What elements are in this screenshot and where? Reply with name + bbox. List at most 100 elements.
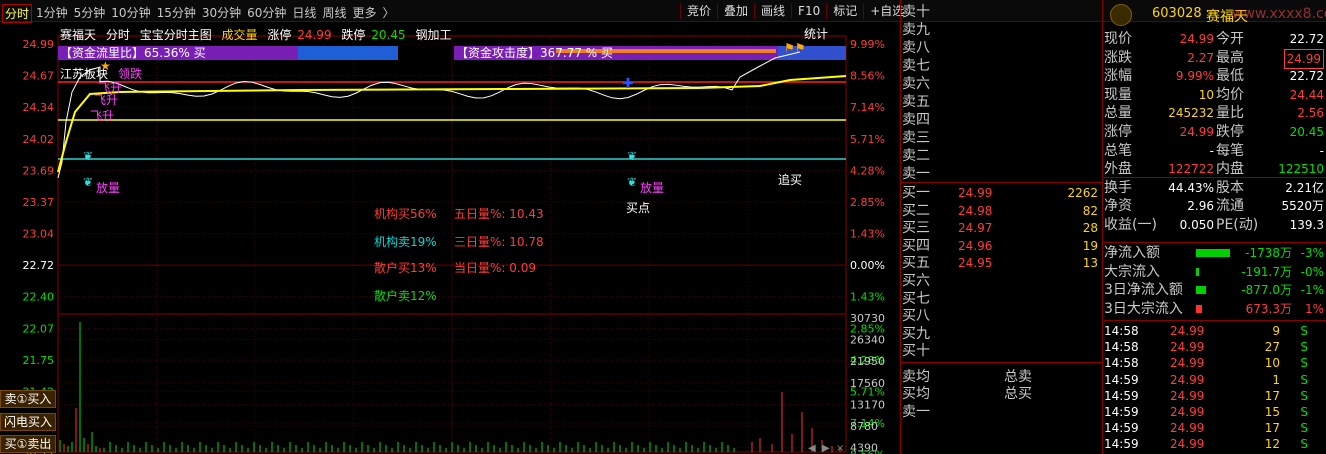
pct-tick-label: 7.14% — [850, 101, 885, 114]
tick-row: 14:59 24.99 12 S — [1104, 435, 1326, 453]
order-volume: 19 — [1082, 238, 1098, 253]
sell-level-row[interactable]: 卖七 — [902, 58, 1102, 74]
buy-level-row[interactable]: 买七 — [902, 291, 1102, 307]
volume-up-label: 放量 — [640, 180, 664, 195]
volume-tick-label: 26340 — [850, 334, 885, 347]
order-level-label: 买九 — [902, 325, 930, 342]
price-tick-label: 22.40 — [23, 291, 55, 304]
quote-label: 总笔 — [1104, 142, 1132, 159]
quote-value: 2.27 — [1187, 50, 1214, 65]
flow-label: 3日大宗流入 — [1104, 300, 1183, 317]
buy-level-row[interactable]: 买九 — [902, 326, 1102, 342]
buy-level-row[interactable]: 买十 — [902, 343, 1102, 359]
order-volume: 82 — [1082, 203, 1098, 218]
sell-level-row[interactable]: 卖六 — [902, 76, 1102, 92]
price-tick-label: 24.67 — [23, 70, 55, 83]
period-tab[interactable]: 周线 — [322, 4, 352, 23]
order-level-label: 卖十 — [902, 4, 930, 20]
period-tab[interactable]: 1分钟 — [36, 4, 74, 23]
intraday-chart[interactable]: 24.99 9.99% 24.67 8.56% 24.34 7.14% 24.02 5.71%… — [0, 22, 898, 454]
buy-level-row[interactable]: 买三 24.97 28 — [902, 220, 1102, 236]
quote-row: 涨跌 2.27 最高 24.99 — [1104, 48, 1326, 69]
tool-button[interactable]: 标记 — [826, 3, 863, 19]
buy-arrow-icon: ✚ — [622, 76, 634, 92]
order-level-label: 卖四 — [902, 112, 930, 128]
period-tab[interactable]: 60分钟 — [247, 4, 292, 23]
buy-level-row[interactable]: 买六 — [902, 273, 1102, 289]
flow-value: -191.7万 — [1241, 264, 1292, 279]
order-level-label: 买六 — [902, 273, 930, 289]
price-tick-label: 21.75 — [23, 354, 55, 367]
buy1-sell-button[interactable]: 买①卖出 — [0, 435, 56, 453]
sell-level-row[interactable]: 卖一 — [902, 166, 1102, 182]
sell-level-row[interactable]: 卖八 — [902, 40, 1102, 56]
period-tab[interactable]: 15分钟 — [157, 4, 202, 23]
inst-sell-label: 机构卖19% — [374, 234, 437, 249]
sell1-buy-button[interactable]: 卖①买入 — [0, 390, 56, 408]
limit-up-value: 24.99 — [297, 28, 332, 42]
buy-level-row[interactable]: 买五 24.95 13 — [902, 255, 1102, 271]
panel-divider — [1102, 0, 1103, 454]
period-tab[interactable]: 5分钟 — [74, 4, 112, 23]
flash-buy-button[interactable]: 闪电买入 — [0, 413, 56, 431]
order-level-label: 卖九 — [902, 22, 930, 38]
sell-level-row[interactable]: 卖四 — [902, 112, 1102, 128]
tool-button[interactable]: 叠加 — [717, 3, 754, 19]
quote-header: 603028赛福天www.xxxx8.com — [1104, 4, 1326, 28]
flow-row: 大宗流入 -191.7万 -0% — [1104, 263, 1326, 281]
quote-value: 24.99 — [1179, 32, 1214, 46]
quote-value: 0.050 — [1179, 218, 1214, 232]
quote-label: 收益(一) — [1104, 217, 1157, 233]
period-tab[interactable]: 10分钟 — [111, 4, 156, 23]
butterfly-icon: ❦ — [83, 149, 93, 163]
sell-level-row[interactable]: 卖十 — [902, 4, 1102, 20]
quote-value: 139.3 — [1289, 218, 1324, 232]
order-level-label: 买八 — [902, 308, 930, 325]
quote-row: 总量 245232 量比 2.56 — [1104, 104, 1326, 122]
sell-level-row[interactable]: 卖五 — [902, 94, 1102, 110]
pct-tick-label: 5.71% — [850, 133, 885, 146]
volume-tick-label: 8780 — [850, 420, 878, 433]
quote-label: 换手 — [1104, 179, 1132, 196]
quote-value: 10 — [1198, 87, 1214, 102]
buy-level-row[interactable]: 买四 24.96 19 — [902, 238, 1102, 254]
price-tick-label: 24.02 — [23, 133, 55, 146]
tool-button[interactable]: F10 — [791, 3, 826, 19]
three-day-label: 三日量%: 10.78 — [454, 235, 544, 249]
tool-button[interactable]: 画线 — [754, 3, 791, 19]
period-tab[interactable]: 分时 — [2, 4, 33, 23]
buy-level-row[interactable]: 买八 — [902, 308, 1102, 324]
tool-button[interactable]: 竞价 — [680, 3, 717, 19]
period-tab[interactable]: 日线 — [292, 4, 322, 23]
chart-nav-icon: ◀ — [808, 443, 816, 454]
quote-label: 每笔 — [1216, 142, 1244, 159]
pct-tick-label: 1.43% — [850, 291, 885, 304]
limit-up-mark-icon: ★ — [100, 59, 111, 73]
price-tick-label: 23.37 — [23, 196, 55, 209]
period-tab[interactable]: 〉 — [382, 4, 400, 23]
order-level-label: 卖一 — [902, 166, 930, 182]
sell-level-row[interactable]: 卖三 — [902, 130, 1102, 146]
buy-level-row[interactable]: 买二 24.98 82 — [902, 203, 1102, 219]
price-tick-label: 22.72 — [23, 259, 55, 272]
flow-value: -1738万 — [1245, 246, 1292, 260]
flow-row: 净流入额 -1738万 -3% — [1104, 244, 1326, 262]
quote-label: 今开 — [1216, 31, 1244, 47]
period-tab[interactable]: 更多 — [352, 4, 382, 23]
period-tab[interactable]: 30分钟 — [202, 4, 247, 23]
buy-point-label: 买点 — [626, 201, 650, 215]
five-day-label: 五日量%: 10.43 — [454, 207, 544, 221]
volume-label: 成交量 — [221, 28, 258, 42]
quote-value: 2.56 — [1297, 106, 1324, 121]
quote-label: PE(动) — [1216, 217, 1259, 233]
sell-level-row[interactable]: 卖九 — [902, 22, 1102, 38]
buy-level-row[interactable]: 买一 24.99 2262 — [902, 185, 1102, 201]
period-tabs: 分时 1分钟 5分钟 10分钟 15分钟 30分钟 60分钟 日线 周线 更多〉 — [2, 4, 400, 23]
fund-attack-label: 【资金攻击度】367.77 % 买 — [456, 45, 613, 60]
quote-label: 净资 — [1104, 198, 1132, 215]
sell-level-row[interactable]: 卖二 — [902, 148, 1102, 164]
price-tick-label: 22.07 — [23, 322, 55, 335]
pct-tick-label: 1.43% — [850, 228, 885, 241]
order-price: 24.95 — [958, 256, 993, 271]
order-level-label: 买五 — [902, 255, 930, 272]
